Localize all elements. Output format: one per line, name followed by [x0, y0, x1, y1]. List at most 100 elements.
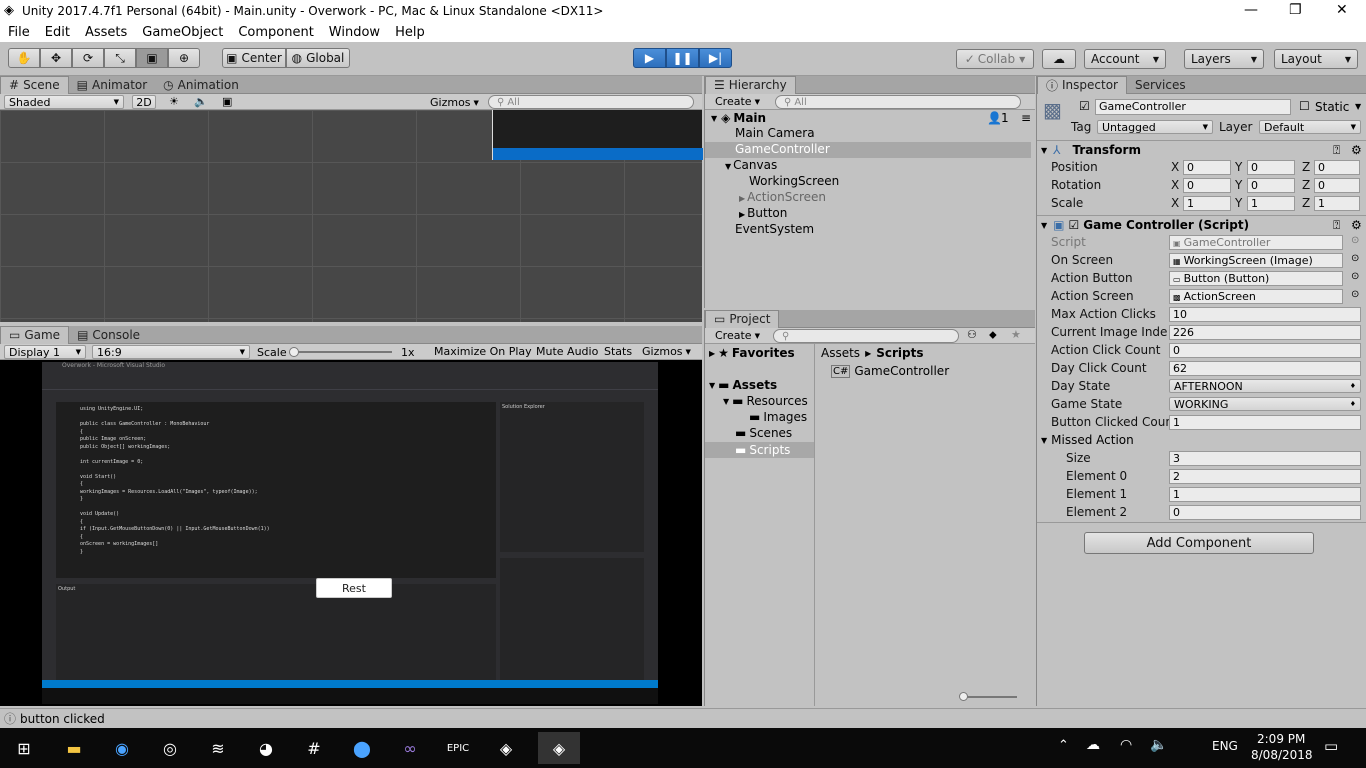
game-state-dropdown[interactable]: WORKING ♦ [1169, 397, 1361, 411]
pivot-center-button[interactable]: ▣ Center [222, 48, 286, 68]
menu-help[interactable]: Help [395, 25, 425, 40]
restore-button[interactable]: ❐ [1289, 2, 1302, 18]
layout-dropdown[interactable]: Layout ▼ [1274, 49, 1358, 69]
mute-audio-toggle[interactable]: Mute Audio [536, 345, 598, 358]
layer-dropdown[interactable]: Default ▼ [1259, 120, 1361, 134]
volume-icon[interactable]: 🔈 [1150, 737, 1167, 753]
menu-edit[interactable]: Edit [45, 25, 70, 40]
rest-button[interactable]: Rest [316, 578, 392, 598]
hierarchy-item-actionscreen[interactable]: ▶ ActionScreen [739, 190, 826, 204]
notification-icon[interactable]: ▭ [1324, 737, 1338, 755]
project-scenes-folder[interactable]: ▬ Scenes [735, 426, 792, 440]
move-tool-icon[interactable]: ✥ [40, 48, 72, 68]
account-dropdown[interactable]: Account ▼ [1084, 49, 1166, 69]
rotation-x-input[interactable]: 0 [1183, 178, 1231, 193]
filter-type-icon[interactable]: ⚇ [967, 328, 977, 341]
tab-services[interactable]: Services [1127, 76, 1194, 94]
spotify-icon[interactable]: ≋ [202, 732, 234, 764]
button-clicked-count-input[interactable]: 1 [1169, 415, 1361, 430]
position-x-input[interactable]: 0 [1183, 160, 1231, 175]
rect-tool-icon[interactable]: ▣ [136, 48, 168, 68]
shading-mode-dropdown[interactable]: Shaded ▼ [4, 95, 124, 109]
menu-component[interactable]: Component [238, 25, 313, 40]
scene-search-input[interactable]: ⚲ All [488, 95, 694, 109]
tag-dropdown[interactable]: Untagged ▼ [1097, 120, 1213, 134]
chevron-down-icon[interactable]: ▼ [1355, 102, 1361, 111]
menu-window[interactable]: Window [329, 25, 380, 40]
maximize-on-play-toggle[interactable]: Maximize On Play [434, 345, 532, 358]
stats-toggle[interactable]: Stats [604, 345, 632, 358]
clock-time[interactable]: 2:09 PM [1257, 732, 1305, 746]
add-component-button[interactable]: Add Component [1084, 532, 1314, 554]
hierarchy-search-input[interactable]: ⚲ All [775, 95, 1021, 109]
rotation-z-input[interactable]: 0 [1314, 178, 1360, 193]
tab-inspector[interactable]: ⓘ Inspector [1037, 75, 1127, 94]
project-favorites[interactable]: ▶ ★ Favorites [709, 346, 795, 360]
maps-icon[interactable]: ⬤ [346, 732, 378, 764]
epic-games-icon[interactable]: EPIC [442, 732, 474, 764]
play-button[interactable]: ▶ [633, 48, 666, 68]
max-action-clicks-input[interactable]: 10 [1169, 307, 1361, 322]
project-scripts-folder[interactable]: ▬ Scripts [705, 442, 814, 458]
scene-header-main[interactable]: ▼ ◈ Main 👤 1 ≡ [711, 110, 1035, 126]
display-dropdown[interactable]: Display 1 ▼ [4, 345, 86, 359]
gizmos-dropdown[interactable]: Gizmos ▼ [430, 96, 479, 109]
element-0-input[interactable]: 2 [1169, 469, 1361, 484]
project-file-gamecontroller[interactable]: C# GameController [831, 364, 949, 378]
action-screen-field[interactable]: ▩ ActionScreen [1169, 289, 1343, 304]
breadcrumb-assets[interactable]: Assets [821, 346, 860, 360]
windows-start-icon[interactable]: ⊞ [8, 732, 40, 764]
wifi-icon[interactable]: ◠ [1120, 737, 1132, 753]
visual-studio-icon[interactable]: ∞ [394, 732, 426, 764]
scale-z-input[interactable]: 1 [1314, 196, 1360, 211]
breadcrumb-scripts[interactable]: Scripts [876, 346, 923, 360]
rotate-tool-icon[interactable]: ⟳ [72, 48, 104, 68]
position-z-input[interactable]: 0 [1314, 160, 1360, 175]
help-icon[interactable]: ⍰ [1333, 143, 1340, 158]
rotation-y-input[interactable]: 0 [1247, 178, 1295, 193]
static-checkbox[interactable]: ☐ [1299, 99, 1310, 113]
action-button-field[interactable]: ▭ Button (Button) [1169, 271, 1343, 286]
project-create-dropdown[interactable]: Create ▼ [715, 329, 760, 342]
menu-gameobject[interactable]: GameObject [142, 25, 223, 40]
slack-icon[interactable]: # [298, 732, 330, 764]
transform-tool-icon[interactable]: ⊕ [168, 48, 200, 68]
file-explorer-icon[interactable]: ▬ [58, 732, 90, 764]
project-resources-folder[interactable]: ▼ ▬ Resources [723, 394, 808, 408]
project-search-input[interactable]: ⚲ [773, 329, 959, 343]
hierarchy-item-eventsystem[interactable]: EventSystem [735, 222, 814, 236]
icon-size-slider[interactable] [959, 692, 1017, 701]
hand-tool-icon[interactable]: ✋ [8, 48, 40, 68]
array-size-input[interactable]: 3 [1169, 451, 1361, 466]
script-component-header[interactable]: ▼ ▣ ☑ Game Controller (Script) ⍰ ⚙ [1041, 217, 1363, 233]
transform-header[interactable]: ▼ ⅄ Transform ⍰ ⚙ [1041, 142, 1363, 158]
object-picker-icon[interactable]: ⊙ [1351, 253, 1359, 264]
object-picker-icon[interactable]: ⊙ [1351, 289, 1359, 300]
chrome-icon[interactable]: ◉ [106, 732, 138, 764]
scale-x-input[interactable]: 1 [1183, 196, 1231, 211]
active-checkbox[interactable]: ☑ [1079, 99, 1090, 113]
hierarchy-item-workingscreen[interactable]: WorkingScreen [749, 174, 839, 188]
gear-icon[interactable]: ⚙ [1351, 218, 1362, 232]
project-images-folder[interactable]: ▬ Images [749, 410, 807, 424]
scale-slider-handle[interactable] [289, 347, 299, 357]
hierarchy-item-main-camera[interactable]: Main Camera [735, 126, 815, 140]
filter-label-icon[interactable]: ⬥ [989, 328, 997, 342]
element-2-input[interactable]: 0 [1169, 505, 1361, 520]
tab-game[interactable]: ▭ Game [0, 325, 70, 344]
menu-assets[interactable]: Assets [85, 25, 127, 40]
minimize-button[interactable]: — [1244, 2, 1258, 18]
project-assets-folder[interactable]: ▼ ▬ Assets [709, 378, 777, 392]
position-y-input[interactable]: 0 [1247, 160, 1295, 175]
tab-animation[interactable]: ◷ Animation [155, 76, 247, 94]
enabled-checkbox[interactable]: ☑ [1069, 218, 1080, 232]
scale-slider[interactable] [289, 347, 392, 357]
game-gizmos-dropdown[interactable]: Gizmos ▼ [642, 345, 691, 358]
audio-icon[interactable]: 🔈 [194, 95, 208, 108]
scene-viewport[interactable] [0, 110, 703, 322]
tab-hierarchy[interactable]: ☰ Hierarchy [705, 75, 796, 94]
icon-size-slider-handle[interactable] [959, 692, 968, 701]
day-click-count-input[interactable]: 62 [1169, 361, 1361, 376]
steam-icon[interactable]: ◎ [154, 732, 186, 764]
object-name-input[interactable]: GameController [1095, 99, 1291, 115]
